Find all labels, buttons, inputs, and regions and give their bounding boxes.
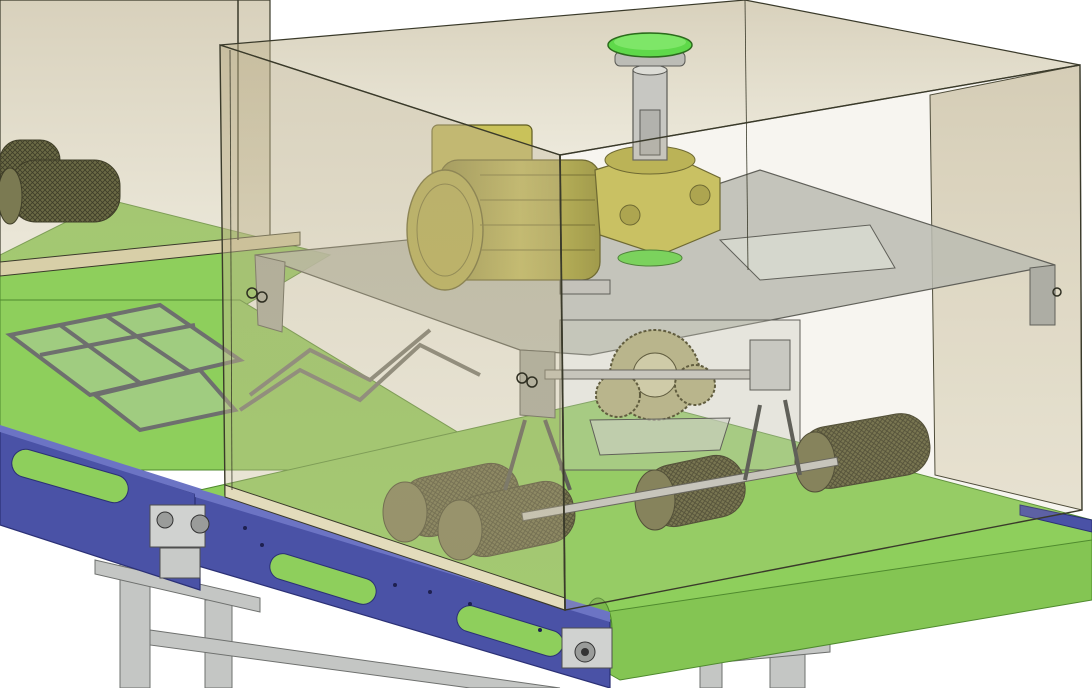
bearing-block-right (561, 627, 613, 669)
emergency-stop-button[interactable] (607, 32, 693, 58)
cad-scene (0, 0, 1092, 688)
